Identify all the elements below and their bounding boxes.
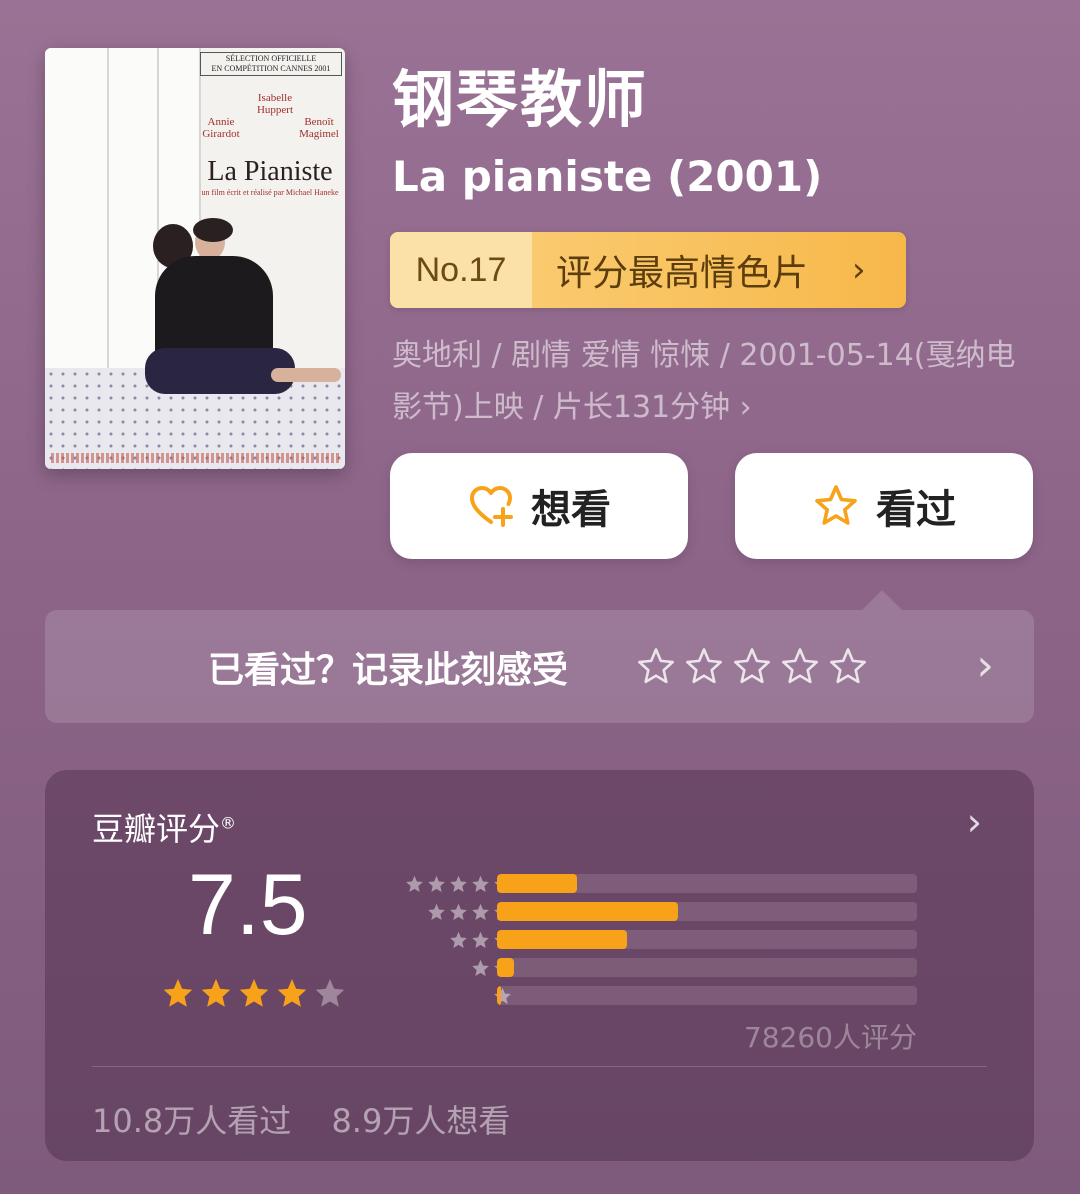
star-small-icon [472, 875, 489, 892]
seen-count: 10.8万人看过 [92, 1102, 292, 1140]
rating-title: 豆瓣评分® [92, 804, 236, 850]
movie-poster[interactable]: SÉLECTION OFFICIELLE EN COMPÉTITION CANN… [45, 48, 345, 469]
rating-row-3 [375, 928, 975, 956]
rating-row-5 [375, 872, 975, 900]
watched-label: 看过 [876, 487, 956, 533]
star-outline-icon[interactable] [779, 646, 821, 688]
star-small-icon [472, 903, 489, 920]
star-filled-icon [163, 979, 193, 1007]
star-outline-icon [815, 485, 857, 525]
rating-score: 7.5 [188, 857, 308, 953]
poster-figure-hair [193, 218, 233, 242]
poster-door [109, 48, 159, 378]
movie-meta[interactable]: 奥地利 / 剧情 爱情 惊悚 / 2001-05-14(戛纳电影节)上映 / 片… [392, 330, 1042, 434]
rank-badge[interactable]: No.17 评分最高情色片 › [390, 232, 906, 308]
star-small-icon [450, 931, 467, 948]
poster-film-title: La Pianiste [207, 156, 333, 187]
poster-actor: Benoît Magimel [299, 116, 339, 140]
star-small-icon [428, 875, 445, 892]
rating-distribution [375, 872, 975, 1012]
rating-bar-track [497, 874, 917, 893]
popover-notch [862, 590, 902, 610]
star-outline-icon[interactable] [635, 646, 677, 688]
watched-button[interactable]: 看过 [735, 453, 1033, 559]
star-filled-icon [239, 979, 269, 1007]
want-to-watch-label: 想看 [531, 487, 611, 533]
poster-director: un film écrit et réalisé par Michael Han… [201, 188, 339, 197]
poster-figure-leg [271, 368, 341, 382]
rating-bar-track [497, 958, 917, 977]
poster-festival-badge: SÉLECTION OFFICIELLE EN COMPÉTITION CANN… [200, 52, 342, 76]
record-prompt: 已看过？记录此刻感受 [208, 649, 569, 691]
rating-stars [160, 976, 348, 1012]
rank-number: No.17 [390, 232, 532, 308]
rate-stars[interactable] [635, 646, 869, 688]
star-filled-icon [277, 979, 307, 1007]
rating-count: 78260人评分 [743, 1021, 917, 1054]
record-feeling-bar[interactable]: 已看过？记录此刻感受 › [45, 610, 1034, 723]
star-empty-icon [315, 979, 345, 1007]
chevron-right-icon[interactable]: › [967, 800, 982, 844]
star-small-icon [450, 903, 467, 920]
star-outline-icon[interactable] [827, 646, 869, 688]
wish-count: 8.9万人想看 [331, 1102, 511, 1140]
star-small-icon [472, 959, 489, 976]
rating-bar-fill [497, 930, 628, 949]
movie-original-title: La pianiste (2001) [392, 152, 823, 201]
rating-row-4 [375, 900, 975, 928]
star-small-icon [406, 875, 423, 892]
divider [92, 1066, 987, 1067]
audience-stats: 10.8万人看过 8.9万人想看 [92, 1096, 540, 1142]
rating-bar-fill [497, 986, 502, 1005]
poster-actor: Isabelle Huppert [256, 92, 294, 116]
poster-credits [51, 453, 339, 463]
chevron-right-icon: › [976, 640, 994, 691]
douban-rating-panel[interactable]: 豆瓣评分® › 7.5 78260人评分 10.8万人看过 8.9万人想看 [45, 770, 1034, 1161]
star-outline-icon[interactable] [683, 646, 725, 688]
poster-door [45, 48, 109, 378]
chevron-right-icon: › [852, 250, 866, 290]
heart-plus-icon [470, 486, 513, 527]
rating-bar-fill [497, 902, 678, 921]
star-outline-icon[interactable] [731, 646, 773, 688]
rating-bar-fill [497, 958, 514, 977]
want-to-watch-button[interactable]: 想看 [390, 453, 688, 559]
poster-actor: Annie Girardot [202, 116, 240, 140]
rating-bar-track [497, 902, 917, 921]
rank-label: 评分最高情色片 [556, 253, 809, 294]
star-small-icon [472, 931, 489, 948]
movie-title: 钢琴教师 [392, 63, 649, 136]
rating-bar-fill [497, 874, 577, 893]
rating-bar-track [497, 986, 917, 1005]
star-small-icon [428, 903, 445, 920]
rating-row-2 [375, 956, 975, 984]
registered-mark: ® [220, 813, 237, 833]
rating-bar-track [497, 930, 917, 949]
rating-title-text: 豆瓣评分 [92, 810, 221, 848]
star-small-icon [450, 875, 467, 892]
star-filled-icon [201, 979, 231, 1007]
rating-row-1 [375, 984, 975, 1012]
